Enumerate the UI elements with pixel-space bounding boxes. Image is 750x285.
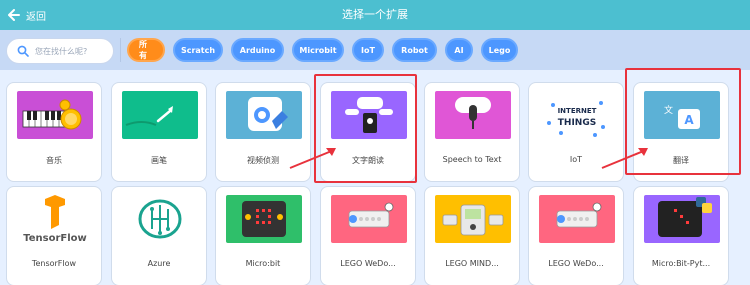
card-label: 音乐 [46, 156, 62, 165]
microbit-board-icon [242, 201, 286, 237]
lego-hub-icon [348, 202, 394, 228]
iot-text-line2: THINGS [558, 118, 596, 128]
filter-divider [120, 38, 121, 62]
header-bar: 返回 选择一个扩展 [0, 0, 750, 30]
mindstorms-brick-icon [442, 204, 504, 236]
camera-hand-icon [248, 97, 288, 131]
tag-list: 所有 Scratch Arduino Microbit IoT Robot AI… [127, 38, 518, 62]
microbit-python-image [644, 195, 720, 243]
tensorflow-image: TensorFlow [17, 195, 93, 243]
iot-image: INTERNET THINGS [539, 91, 615, 139]
extension-card-speech-to-text[interactable]: Speech to Text [424, 82, 520, 182]
tag-arduino[interactable]: Arduino [231, 38, 284, 62]
extension-card-lego-mindstorms[interactable]: LEGO MIND... [424, 186, 520, 285]
card-label: TensorFlow [31, 259, 77, 268]
page-title: 选择一个扩展 [342, 8, 408, 21]
search-input[interactable] [35, 46, 107, 56]
microbit-python-icon [658, 197, 712, 237]
card-label: Micro:bit [245, 259, 281, 268]
extension-card-music[interactable]: 音乐 [6, 82, 102, 182]
lego-wedo-image [331, 195, 407, 243]
tag-ai[interactable]: AI [445, 38, 473, 62]
iot-icon: INTERNET THINGS [547, 101, 605, 137]
tag-all[interactable]: 所有 [127, 38, 165, 62]
extension-grid: 音乐 画笔 视频侦测 文字朗读 Speech to Text INTERNET … [0, 68, 750, 285]
tag-robot[interactable]: Robot [392, 38, 437, 62]
piano-icon [22, 99, 82, 130]
card-label: LEGO MIND... [445, 259, 499, 268]
extension-card-microbit[interactable]: Micro:bit [215, 186, 311, 285]
card-label: 画笔 [151, 156, 167, 165]
pen-image [122, 91, 198, 139]
video-sensing-image [226, 91, 302, 139]
extension-card-lego-wedo-2[interactable]: LEGO WeDo... [528, 186, 624, 285]
tag-iot[interactable]: IoT [352, 38, 384, 62]
tag-scratch[interactable]: Scratch [173, 38, 223, 62]
card-label: LEGO WeDo... [548, 259, 604, 268]
tensorflow-icon: TensorFlow [23, 195, 87, 243]
red-arrow-icon [601, 148, 648, 169]
brain-circuit-icon [138, 199, 182, 239]
lego-hub-icon [556, 202, 602, 228]
music-image [17, 91, 93, 139]
azure-image [122, 195, 198, 243]
extension-card-microbit-python[interactable]: Micro:Bit-Pyt... [633, 186, 729, 285]
lego-mindstorms-image [435, 195, 511, 243]
card-label: Speech to Text [442, 155, 502, 164]
pen-icon [125, 106, 173, 126]
speech-to-text-image [435, 91, 511, 139]
lego-wedo-image [539, 195, 615, 243]
filter-bar: 所有 Scratch Arduino Microbit IoT Robot AI… [0, 30, 750, 70]
card-label: Micro:Bit-Pyt... [651, 259, 711, 268]
card-label: Azure [147, 259, 171, 268]
search-box[interactable] [6, 38, 114, 64]
tag-microbit[interactable]: Microbit [292, 38, 344, 62]
search-icon [17, 45, 29, 57]
iot-text-line1: INTERNET [558, 107, 597, 115]
extension-card-lego-wedo-1[interactable]: LEGO WeDo... [320, 186, 416, 285]
extension-card-tensorflow[interactable]: TensorFlow TensorFlow [6, 186, 102, 285]
tag-lego[interactable]: Lego [481, 38, 518, 62]
extension-card-pen[interactable]: 画笔 [111, 82, 207, 182]
tensorflow-logo-text: TensorFlow [23, 233, 87, 243]
extension-card-azure[interactable]: Azure [111, 186, 207, 285]
microphone-icon [455, 97, 491, 129]
card-label: LEGO WeDo... [340, 259, 396, 268]
red-arrow-icon [289, 148, 336, 169]
microbit-image [226, 195, 302, 243]
